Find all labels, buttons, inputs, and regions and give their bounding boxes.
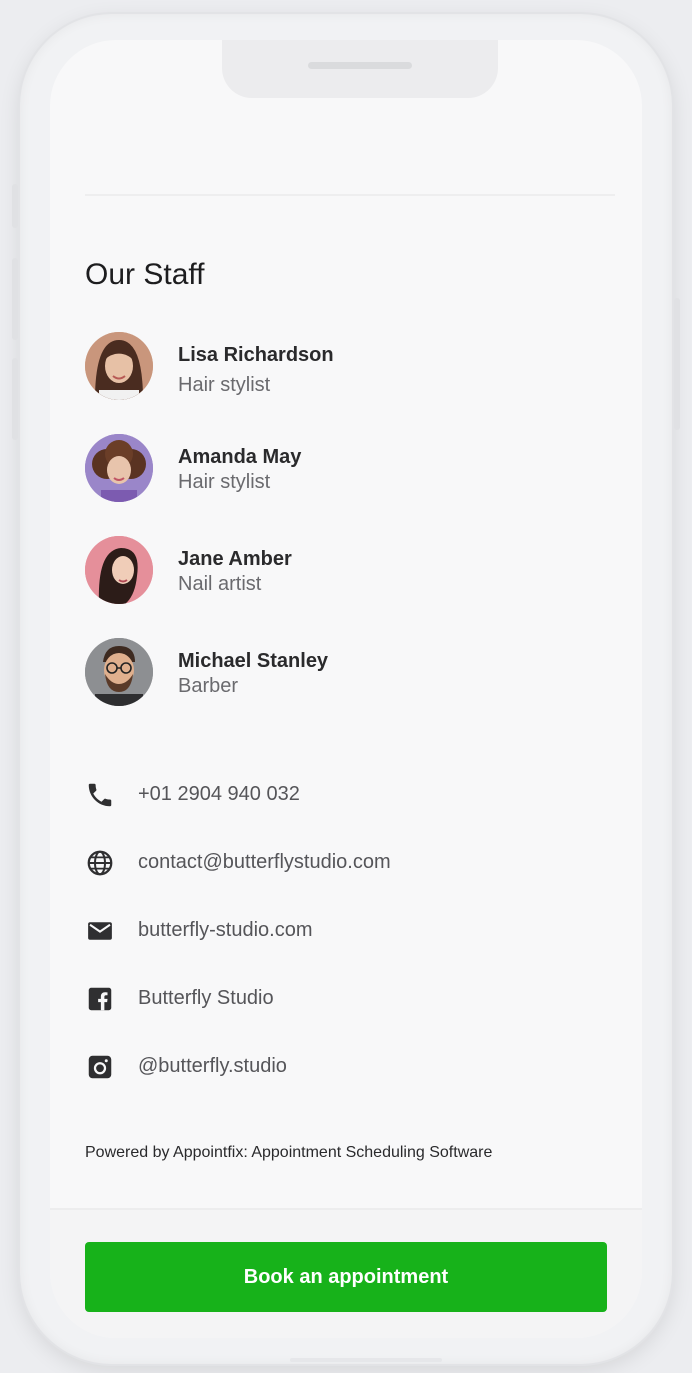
phone-side-button-mute <box>12 184 18 228</box>
globe-icon <box>87 850 113 876</box>
instagram-icon <box>88 1055 112 1079</box>
mail-icon <box>88 922 112 940</box>
staff-item-jane-amber[interactable]: Jane Amber Nail artist <box>85 536 605 608</box>
powered-by-link[interactable]: Powered by Appointfix: Appointment Sched… <box>85 1144 492 1162</box>
avatar <box>85 638 153 706</box>
phone-screen: Our Staff Lisa Richardson Hair stylist A… <box>50 40 642 1338</box>
phone-side-button-power <box>674 298 680 430</box>
staff-name: Jane Amber <box>178 548 292 570</box>
contact-globe-text: contact@butterflystudio.com <box>138 851 391 873</box>
contact-instagram[interactable]: @butterfly.studio <box>85 1050 605 1084</box>
contact-globe[interactable]: contact@butterflystudio.com <box>85 846 605 880</box>
avatar-portrait-icon <box>85 638 153 706</box>
contact-facebook[interactable]: Butterfly Studio <box>85 982 605 1016</box>
avatar-portrait-icon <box>85 434 153 502</box>
avatar <box>85 434 153 502</box>
section-title: Our Staff <box>85 258 205 291</box>
contact-phone[interactable]: +01 2904 940 032 <box>85 778 605 812</box>
book-appointment-button[interactable]: Book an appointment <box>85 1242 607 1312</box>
staff-name: Amanda May <box>178 446 302 468</box>
contact-phone-text: +01 2904 940 032 <box>138 783 300 805</box>
phone-bottom-edge <box>290 1358 442 1362</box>
staff-name: Michael Stanley <box>178 650 329 672</box>
avatar <box>85 332 153 400</box>
staff-item-michael-stanley[interactable]: Michael Stanley Barber <box>85 638 605 710</box>
facebook-icon <box>88 987 112 1011</box>
phone-notch <box>222 40 498 98</box>
avatar-portrait-icon <box>85 332 153 400</box>
contact-mail-text: butterfly-studio.com <box>138 919 313 941</box>
contact-mail[interactable]: butterfly-studio.com <box>85 914 605 948</box>
phone-frame: Our Staff Lisa Richardson Hair stylist A… <box>12 14 680 1364</box>
staff-role: Nail artist <box>178 573 262 595</box>
phone-icon <box>88 783 112 807</box>
staff-item-lisa-richardson[interactable]: Lisa Richardson Hair stylist <box>85 332 605 404</box>
contact-facebook-text: Butterfly Studio <box>138 987 274 1009</box>
contact-instagram-text: @butterfly.studio <box>138 1055 287 1077</box>
staff-role: Hair stylist <box>178 374 271 396</box>
staff-role: Hair stylist <box>178 471 271 493</box>
top-divider <box>85 194 615 196</box>
staff-name: Lisa Richardson <box>178 344 334 366</box>
phone-side-button-volume-down <box>12 358 18 440</box>
staff-role: Barber <box>178 675 239 697</box>
avatar-portrait-icon <box>85 536 153 604</box>
avatar <box>85 536 153 604</box>
phone-side-button-volume-up <box>12 258 18 340</box>
phone-speaker <box>308 62 412 69</box>
staff-item-amanda-may[interactable]: Amanda May Hair stylist <box>85 434 605 506</box>
